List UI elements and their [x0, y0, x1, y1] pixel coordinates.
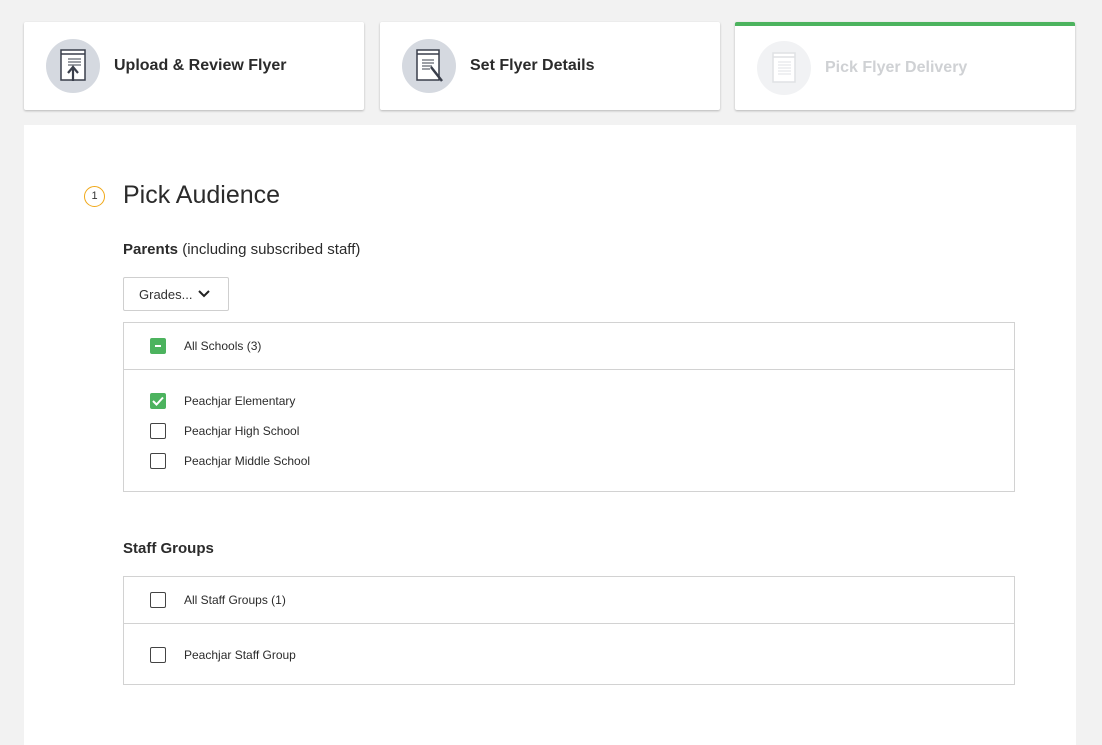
grades-label: Grades...: [139, 286, 193, 302]
parents-label: Parents (including subscribed staff): [123, 241, 360, 258]
school-row: Peachjar High School: [150, 423, 299, 439]
audience-panel: 1 Pick Audience Parents (including subsc…: [24, 125, 1076, 745]
parents-bold: Parents: [123, 241, 179, 258]
school-label: Peachjar Elementary: [184, 394, 296, 408]
school-checkbox-peachjar-middle-school[interactable]: [150, 453, 166, 469]
step-pick-delivery[interactable]: Pick Flyer Delivery: [735, 22, 1075, 110]
school-row: Peachjar Elementary: [150, 393, 295, 409]
all-staff-groups-checkbox[interactable]: [150, 592, 166, 608]
step-label: Pick Flyer Delivery: [825, 59, 968, 76]
all-schools-row: All Schools (3): [124, 323, 1014, 370]
school-label: Peachjar Middle School: [184, 454, 311, 468]
school-checkbox-peachjar-high-school[interactable]: [150, 423, 166, 439]
step-label: Upload & Review Flyer: [114, 57, 287, 74]
schools-box: All Schools (3) Peachjar Elementary Peac…: [123, 322, 1015, 492]
flyer-delivery-icon: [757, 41, 811, 95]
school-checkbox-peachjar-elementary[interactable]: [150, 393, 166, 409]
step-number-badge: 1: [84, 186, 105, 207]
stepper: Upload & Review Flyer Set Flyer Details: [24, 22, 1076, 110]
staff-groups-heading: Staff Groups: [123, 540, 214, 557]
staff-group-row: Peachjar Staff Group: [150, 647, 296, 663]
step-label: Set Flyer Details: [470, 57, 595, 74]
parents-note: (including subscribed staff): [182, 241, 361, 258]
all-staff-groups-row: All Staff Groups (1): [124, 577, 1014, 624]
all-staff-groups-label: All Staff Groups (1): [184, 593, 286, 607]
step-upload-review[interactable]: Upload & Review Flyer: [24, 22, 364, 110]
school-row: Peachjar Middle School: [150, 453, 310, 469]
staff-group-label: Peachjar Staff Group: [184, 648, 296, 662]
minus-icon: [155, 345, 161, 347]
all-schools-label: All Schools (3): [184, 339, 262, 353]
chevron-down-icon: [198, 290, 211, 298]
upload-flyer-icon: [46, 39, 100, 93]
flyer-details-icon: [402, 39, 456, 93]
school-label: Peachjar High School: [184, 424, 300, 438]
staff-group-checkbox-peachjar-staff-group[interactable]: [150, 647, 166, 663]
step-set-details[interactable]: Set Flyer Details: [380, 22, 720, 110]
staff-groups-box: All Staff Groups (1) Peachjar Staff Grou…: [123, 576, 1015, 685]
check-icon: [152, 396, 164, 406]
grades-dropdown-button[interactable]: Grades...: [123, 277, 229, 311]
all-schools-checkbox[interactable]: [150, 338, 166, 354]
section-title: Pick Audience: [123, 181, 281, 209]
